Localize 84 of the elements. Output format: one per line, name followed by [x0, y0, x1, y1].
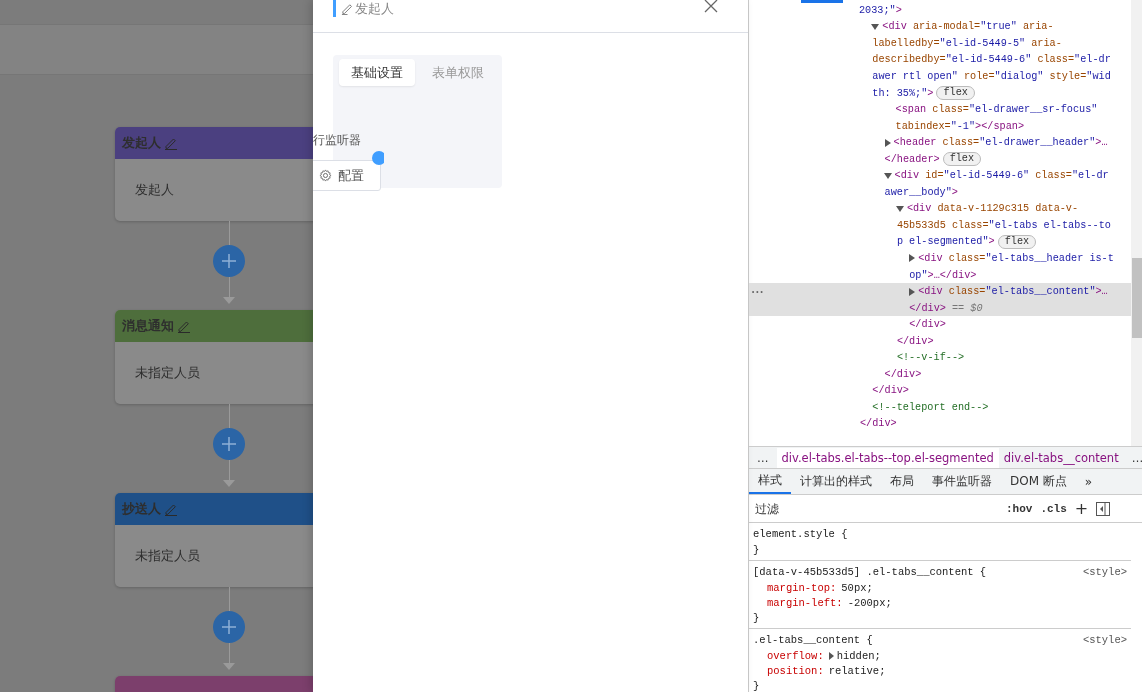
code-line[interactable]: awer__body">	[884, 186, 958, 198]
property-value[interactable]: hidden;	[836, 649, 881, 662]
node-text: 发起人	[135, 181, 174, 199]
flex-badge[interactable]: flex	[936, 86, 975, 100]
code-line[interactable]: <div class="el-tabs__content">…	[918, 286, 1108, 298]
code-line[interactable]: awer rtl open" role="dialog" style="wid	[872, 70, 1111, 82]
code-line[interactable]: </header>	[884, 153, 940, 165]
expand-triangle-icon[interactable]	[828, 651, 834, 660]
code-line[interactable]: <div id="el-id-5449-6" class="el-dr	[894, 170, 1109, 182]
expanded-triangle-icon[interactable]	[895, 205, 904, 212]
code-line[interactable]: </div> == $0	[909, 302, 983, 314]
flow-node-card[interactable]: 消息通知 未指定人员	[115, 310, 313, 404]
breadcrumb-more[interactable]: …	[749, 450, 777, 465]
drawer-title: 发起人	[355, 0, 394, 18]
property-name[interactable]: margin-top:	[767, 581, 837, 594]
css-selector: .el-tabs__content {	[753, 634, 873, 646]
code-line[interactable]: tabindex="-1"></span>	[895, 120, 1024, 132]
code-line[interactable]: <div data-v-1129c315 data-v-	[906, 203, 1079, 215]
flow-node-card[interactable]: 抄送人 未指定人员	[115, 493, 313, 587]
flow-node-card[interactable]: 发起人 发起人	[115, 127, 313, 221]
code-line[interactable]: 2033;">	[859, 4, 902, 16]
code-line[interactable]: </div>	[860, 418, 897, 430]
tab[interactable]: 基础设置	[339, 59, 415, 86]
flex-badge[interactable]: flex	[942, 152, 982, 167]
panel-tab[interactable]: DOM 断点	[1001, 469, 1076, 494]
code-line[interactable]: </div>	[909, 319, 946, 331]
hov-button[interactable]: :hov	[1006, 502, 1033, 515]
add-rule-button[interactable]: +	[1074, 500, 1089, 517]
settings-icon	[319, 169, 332, 182]
node-title: 抄送人	[122, 500, 161, 518]
close-icon[interactable]	[704, 0, 718, 13]
code-line[interactable]: <!--teleport end-->	[872, 401, 989, 413]
property-name[interactable]: position:	[767, 664, 824, 677]
expanded-triangle-icon[interactable]	[871, 23, 880, 30]
code-line[interactable]: <header class="el-drawer__header">…	[893, 137, 1108, 149]
property-value[interactable]: -200px;	[847, 596, 892, 609]
code-line[interactable]: th: 35%;">	[872, 87, 934, 99]
panel-tab[interactable]: 计算出的样式	[791, 469, 881, 494]
css-selector: [data-v-45b533d5] .el-tabs__content {	[753, 566, 987, 578]
code-line[interactable]: describedby="el-id-5449-6" class="el-dr	[872, 54, 1111, 66]
node-text: 未指定人员	[135, 364, 200, 382]
code-line[interactable]: </div>	[884, 368, 922, 380]
code-line[interactable]: </div>	[872, 385, 909, 397]
breadcrumb[interactable]: div.el-tabs.el-tabs--top.el-segmented	[776, 447, 999, 468]
notification-dot	[372, 151, 384, 165]
scrollbar-thumb[interactable]	[1132, 258, 1142, 338]
code-line[interactable]: </div>	[896, 335, 934, 347]
flex-badge[interactable]: flex	[997, 234, 1037, 249]
closing-brace: }	[753, 612, 760, 624]
code-line[interactable]: <!--v-if-->	[896, 352, 965, 364]
config-button[interactable]: 配置	[313, 160, 381, 191]
property-name[interactable]: margin-left:	[767, 596, 843, 609]
panel-tab[interactable]: 布局	[881, 469, 923, 494]
section-label: 行监听器	[313, 132, 361, 149]
collapsed-triangle-icon[interactable]	[909, 254, 916, 263]
code-line[interactable]: <div class="el-tabs__header is-t	[918, 252, 1114, 264]
property-value[interactable]: relative;	[828, 664, 886, 677]
code-line[interactable]: <div aria-modal="true" aria-	[882, 21, 1054, 33]
panel-tab[interactable]: 样式	[749, 469, 791, 494]
node-text: 未指定人员	[135, 547, 200, 565]
property-value[interactable]: 50px;	[841, 581, 873, 594]
source-link[interactable]: <style>	[1082, 634, 1127, 646]
pencil-icon[interactable]	[177, 319, 191, 333]
collapsed-triangle-icon[interactable]	[884, 138, 891, 147]
tab-indicator	[801, 0, 843, 3]
code-line[interactable]: <span class="el-drawer__sr-focus"	[895, 104, 1098, 116]
cls-button[interactable]: .cls	[1040, 502, 1067, 515]
pencil-icon[interactable]	[341, 2, 354, 15]
css-selector: element.style {	[753, 528, 848, 540]
more-tabs-button[interactable]: »	[1075, 469, 1102, 494]
node-title: 消息通知	[122, 317, 174, 335]
panel-tab[interactable]: 事件监听器	[923, 469, 1001, 494]
sidebar-toggle-icon[interactable]	[1096, 501, 1111, 516]
expanded-triangle-icon[interactable]	[883, 172, 892, 179]
code-line[interactable]: p el-segmented">	[896, 236, 995, 248]
source-link[interactable]: <style>	[1082, 566, 1127, 578]
closing-brace: }	[753, 680, 760, 692]
code-line[interactable]: 45b533d5 class="el-tabs el-tabs--to	[896, 219, 1111, 231]
breadcrumb-more[interactable]: …	[1123, 450, 1142, 465]
closing-brace: }	[753, 544, 760, 556]
code-line[interactable]: op">…</div>	[909, 269, 977, 281]
node-title: 发起人	[122, 134, 161, 152]
code-line[interactable]: labelledby="el-id-5449-5" aria-	[872, 37, 1062, 49]
property-name[interactable]: overflow:	[767, 649, 824, 662]
